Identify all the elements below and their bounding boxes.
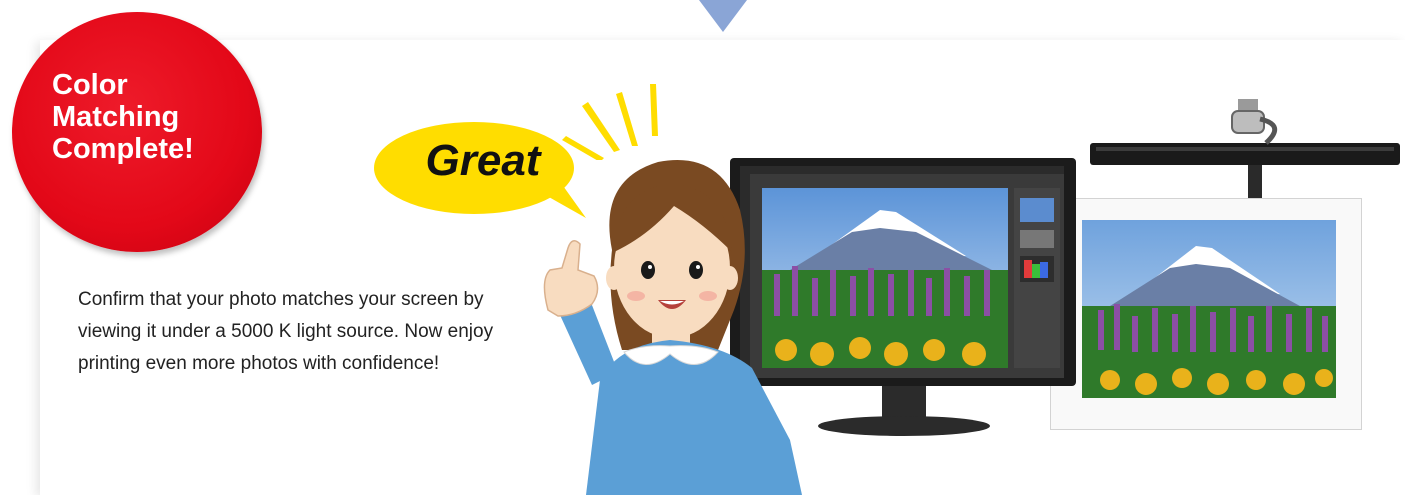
printed-photo <box>1050 198 1362 430</box>
down-arrow-icon <box>699 0 747 32</box>
desk-lamp-icon <box>1090 99 1400 205</box>
banner: Color Matching Complete! Confirm that yo… <box>0 0 1405 495</box>
woman-thumbs-up-illustration <box>543 160 802 495</box>
badge-title: Color Matching Complete! <box>52 69 194 165</box>
description-text: Confirm that your photo matches your scr… <box>78 289 494 374</box>
